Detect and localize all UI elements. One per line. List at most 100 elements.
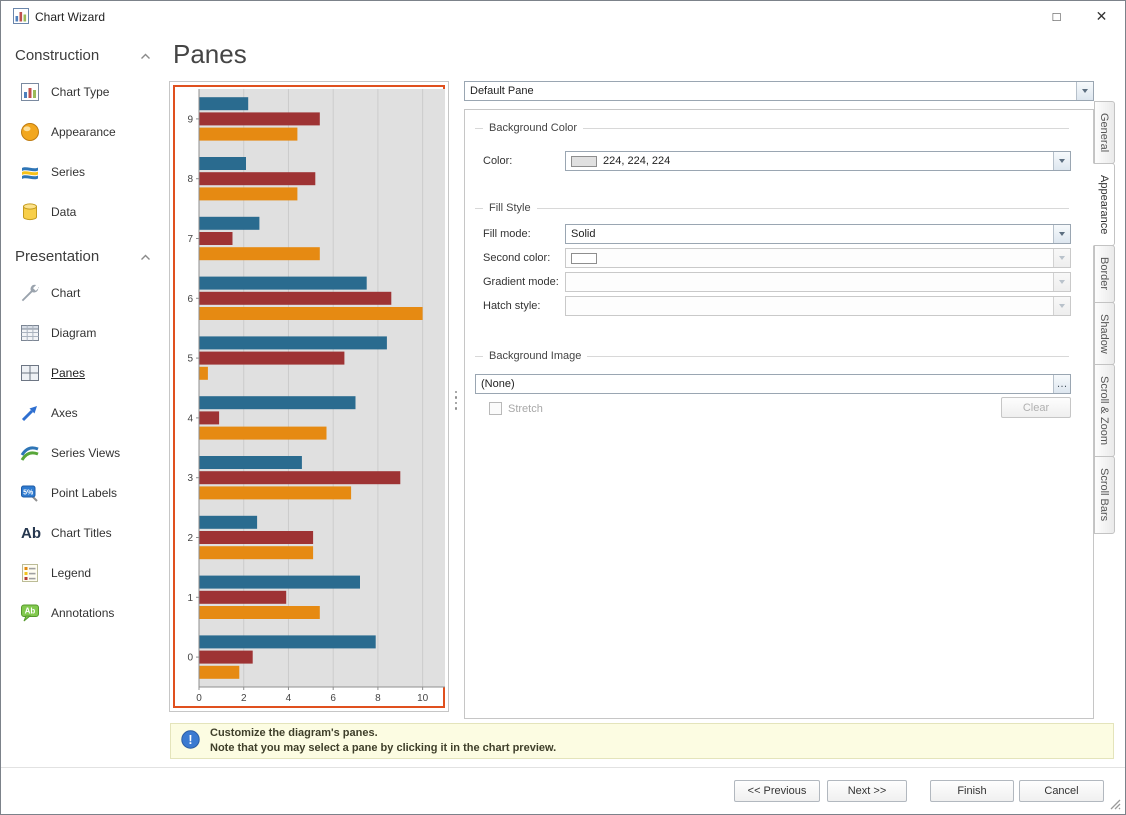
svg-text:6: 6: [187, 294, 193, 305]
chevron-down-icon: [1053, 273, 1070, 291]
side-tab-strip: GeneralAppearanceBorderShadowScroll & Zo…: [1094, 101, 1118, 534]
color-label: Color:: [483, 155, 512, 167]
info-line-1: Customize the diagram's panes.: [210, 726, 556, 741]
bar-chart[interactable]: 98765432100246810: [177, 89, 441, 704]
svg-text:9: 9: [187, 114, 193, 125]
construction-items: Chart Type Appearance Series Data: [1, 72, 167, 232]
splitter-handle[interactable]: [453, 387, 459, 413]
background-color-combo[interactable]: 224, 224, 224: [565, 151, 1071, 171]
background-color-group-title: Background Color: [475, 122, 1069, 134]
sidebar-item-chart[interactable]: Chart: [1, 273, 167, 313]
sidebar-item-legend[interactable]: Legend: [1, 553, 167, 593]
sidebar-item-series-views[interactable]: Series Views: [1, 433, 167, 473]
section-title: Presentation: [15, 248, 99, 265]
svg-text:10: 10: [417, 693, 429, 704]
sidebar-item-appearance[interactable]: Appearance: [1, 112, 167, 152]
side-tab-general[interactable]: General: [1094, 101, 1115, 164]
side-tab-shadow[interactable]: Shadow: [1094, 302, 1115, 366]
second-color-label: Second color:: [483, 252, 550, 264]
svg-text:4: 4: [286, 693, 292, 704]
chart-icon: [19, 282, 41, 304]
sidebar-item-annotations[interactable]: AbAnnotations: [1, 593, 167, 633]
sidebar-item-label: Series: [51, 165, 85, 179]
svg-text:1: 1: [187, 593, 193, 604]
svg-text:7: 7: [187, 234, 193, 245]
gradient-mode-combo: [565, 272, 1071, 292]
sidebar-item-panes[interactable]: Panes: [1, 353, 167, 393]
previous-button[interactable]: << Previous: [734, 780, 820, 802]
svg-text:2: 2: [187, 533, 193, 544]
browse-ellipsis-button[interactable]: …: [1053, 375, 1070, 393]
diagram-icon: [19, 322, 41, 344]
sidebar-item-label: Series Views: [51, 446, 120, 460]
chart-wizard-window: Chart Wizard □ ✕ Construction Chart Type…: [0, 0, 1126, 815]
chevron-down-icon: [1053, 249, 1070, 267]
footer-separator: [1, 767, 1125, 768]
chart-type-icon: [19, 81, 41, 103]
svg-text:5: 5: [187, 354, 193, 365]
data-icon: [19, 201, 41, 223]
background-image-combo[interactable]: (None) …: [475, 374, 1071, 394]
sidebar-item-diagram[interactable]: Diagram: [1, 313, 167, 353]
app-chart-icon: [13, 8, 29, 24]
side-tab-scroll-zoom[interactable]: Scroll & Zoom: [1094, 364, 1115, 457]
close-icon: ✕: [1096, 8, 1108, 25]
hatch-style-label: Hatch style:: [483, 300, 540, 312]
info-line-2: Note that you may select a pane by click…: [210, 741, 556, 756]
group-title-text: Background Color: [489, 122, 577, 134]
group-title-text: Background Image: [489, 350, 581, 362]
sidebar-item-series[interactable]: Series: [1, 152, 167, 192]
chevron-down-icon: [1053, 225, 1070, 243]
appearance-panel: Background Color Color: 224, 224, 224 Fi…: [464, 109, 1094, 719]
fill-style-group-title: Fill Style: [475, 202, 1069, 214]
next-button[interactable]: Next >>: [827, 780, 907, 802]
series-views-icon: [19, 442, 41, 464]
resize-grip[interactable]: [1109, 798, 1122, 811]
cancel-button[interactable]: Cancel: [1019, 780, 1104, 802]
chevron-up-icon: [140, 47, 151, 64]
svg-text:6: 6: [330, 693, 336, 704]
sidebar-section-presentation[interactable]: Presentation: [1, 240, 167, 273]
chevron-down-icon: [1076, 82, 1093, 100]
info-icon: !: [181, 730, 200, 752]
sidebar-section-construction[interactable]: Construction: [1, 39, 167, 72]
sidebar-item-chart-titles[interactable]: AbChart Titles: [1, 513, 167, 553]
background-image-value: (None): [481, 378, 515, 390]
sidebar-item-point-labels[interactable]: 5%Point Labels: [1, 473, 167, 513]
color-value: 224, 224, 224: [603, 155, 670, 167]
svg-text:3: 3: [187, 473, 193, 484]
side-tab-scroll-bars[interactable]: Scroll Bars: [1094, 456, 1115, 533]
sidebar-item-label: Axes: [51, 406, 78, 420]
chevron-up-icon: [140, 248, 151, 265]
fill-mode-label: Fill mode:: [483, 228, 531, 240]
legend-icon: [19, 562, 41, 584]
sidebar-item-label: Appearance: [51, 125, 116, 139]
pane-selector-combo[interactable]: Default Pane: [464, 81, 1094, 101]
pane-selector-value: Default Pane: [470, 85, 534, 97]
annotations-icon: Ab: [19, 602, 41, 624]
maximize-button[interactable]: □: [1034, 2, 1079, 30]
page-title: Panes: [173, 39, 247, 70]
maximize-icon: □: [1053, 9, 1061, 24]
sidebar-item-chart-type[interactable]: Chart Type: [1, 72, 167, 112]
point-labels-icon: 5%: [19, 482, 41, 504]
selected-pane-highlight[interactable]: 98765432100246810: [173, 85, 445, 708]
finish-button[interactable]: Finish: [930, 780, 1014, 802]
sidebar: Construction Chart Type Appearance Series D…: [1, 31, 167, 769]
sidebar-item-axes[interactable]: Axes: [1, 393, 167, 433]
chevron-down-icon: [1053, 152, 1070, 170]
presentation-items: Chart DiagramPanes Axes Series Views 5%Point…: [1, 273, 167, 633]
panes-icon: [19, 362, 41, 384]
sidebar-item-label: Chart: [51, 286, 80, 300]
fill-mode-combo[interactable]: Solid: [565, 224, 1071, 244]
side-tab-appearance[interactable]: Appearance: [1093, 163, 1115, 246]
svg-text:2: 2: [241, 693, 247, 704]
side-tab-border[interactable]: Border: [1094, 245, 1115, 302]
second-color-swatch: [571, 253, 597, 264]
chart-preview[interactable]: 98765432100246810: [169, 81, 449, 712]
svg-text:5%: 5%: [23, 489, 34, 496]
gradient-mode-label: Gradient mode:: [483, 276, 559, 288]
close-button[interactable]: ✕: [1079, 2, 1124, 30]
axes-icon: [19, 402, 41, 424]
sidebar-item-data[interactable]: Data: [1, 192, 167, 232]
